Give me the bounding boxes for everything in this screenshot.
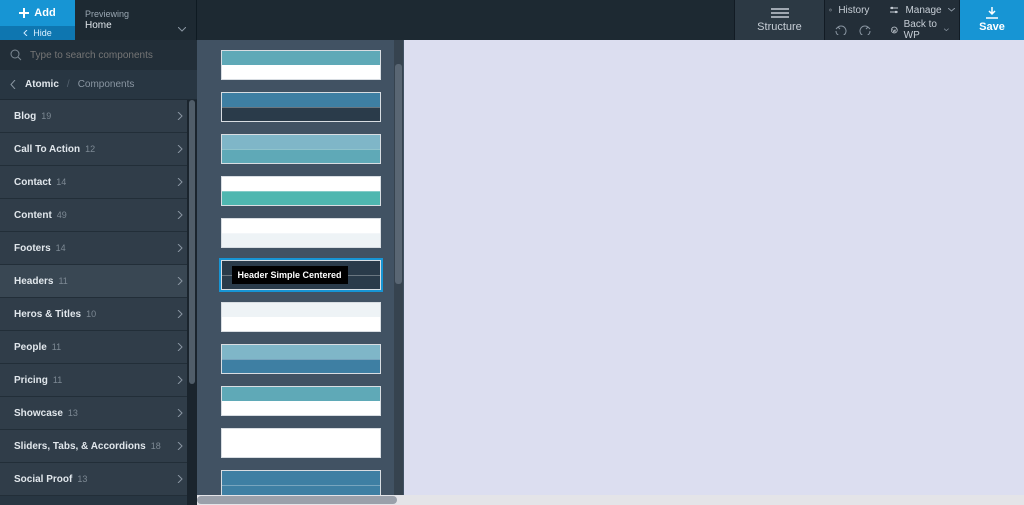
category-item[interactable]: Footers14 [0,232,197,265]
chevron-right-icon [177,145,183,153]
breadcrumb: Atomic / Components [0,70,197,100]
component-strip: Header Simple Centered [197,40,404,505]
category-item[interactable]: Blog19 [0,100,197,133]
chevron-down-icon [944,28,949,32]
search-input[interactable] [30,50,187,61]
component-preview[interactable] [221,428,381,458]
chevron-down-icon [178,27,186,32]
crumb-current: Components [78,79,135,90]
strip-scrollbar[interactable] [394,40,403,495]
chevron-right-icon [177,442,183,450]
structure-button[interactable]: Structure [734,0,824,40]
component-preview[interactable] [221,50,381,80]
chevron-right-icon [177,409,183,417]
chevron-left-icon[interactable] [10,80,17,89]
component-preview[interactable] [221,176,381,206]
category-item[interactable]: Showcase13 [0,397,197,430]
component-preview[interactable] [221,344,381,374]
chevron-right-icon [177,343,183,351]
chevron-right-icon [177,244,183,252]
history-button[interactable]: History [819,0,879,20]
category-item[interactable]: Pricing11 [0,364,197,397]
undo-button[interactable] [831,20,851,40]
structure-icon [771,8,789,18]
chevron-down-icon [948,8,955,12]
page-name: Home [85,20,186,31]
structure-label: Structure [757,21,802,33]
download-icon [985,7,999,19]
chevron-right-icon [177,376,183,384]
wordpress-icon [891,25,898,35]
sidebar-scrollbar[interactable] [187,100,197,505]
hide-button[interactable]: Hide [0,26,75,40]
manage-button[interactable]: Manage [879,0,964,20]
save-label: Save [979,21,1005,33]
save-button[interactable]: Save [959,0,1024,40]
page-selector[interactable]: Previewing Home [75,0,197,40]
settings-icon [889,5,899,15]
previewing-label: Previewing [85,9,186,19]
undo-icon [835,25,847,35]
search-icon [10,49,22,61]
add-label: Add [34,7,55,19]
component-preview[interactable] [221,92,381,122]
chevron-right-icon [177,475,183,483]
search-box[interactable] [0,40,197,70]
category-item[interactable]: Social Proof13 [0,463,197,496]
category-list: Blog19Call To Action12Contact14Content49… [0,100,197,505]
component-preview[interactable]: Header Simple Centered [221,260,381,290]
category-item[interactable]: Contact14 [0,166,197,199]
chevron-right-icon [177,310,183,318]
chevron-left-icon [23,30,29,36]
add-button[interactable]: Add [0,0,75,26]
category-item[interactable]: Call To Action12 [0,133,197,166]
category-item[interactable]: Content49 [0,199,197,232]
chevron-right-icon [177,277,183,285]
horizontal-scrollbar[interactable] [197,495,1024,505]
chevron-right-icon [177,112,183,120]
category-item[interactable]: Heros & Titles10 [0,298,197,331]
component-preview[interactable] [221,386,381,416]
topbar: Add Hide Previewing Home Structure Histo… [0,0,1024,40]
plus-icon [19,8,29,18]
chevron-right-icon [177,211,183,219]
component-preview[interactable] [221,302,381,332]
redo-icon [859,25,871,35]
topbar-spacer [197,0,734,40]
sidebar: Atomic / Components Blog19Call To Action… [0,40,197,505]
back-to-wp-button[interactable]: Back to WP [881,20,959,40]
canvas[interactable] [404,40,1024,495]
redo-button[interactable] [855,20,875,40]
hide-label: Hide [33,28,52,38]
component-tooltip: Header Simple Centered [232,266,348,284]
component-preview[interactable] [221,218,381,248]
category-item[interactable]: Sliders, Tabs, & Accordions18 [0,430,197,463]
chevron-right-icon [177,178,183,186]
category-item[interactable]: Headers11 [0,265,197,298]
component-preview[interactable] [221,134,381,164]
history-icon [829,5,832,15]
category-item[interactable]: People11 [0,331,197,364]
crumb-root[interactable]: Atomic [25,79,59,90]
